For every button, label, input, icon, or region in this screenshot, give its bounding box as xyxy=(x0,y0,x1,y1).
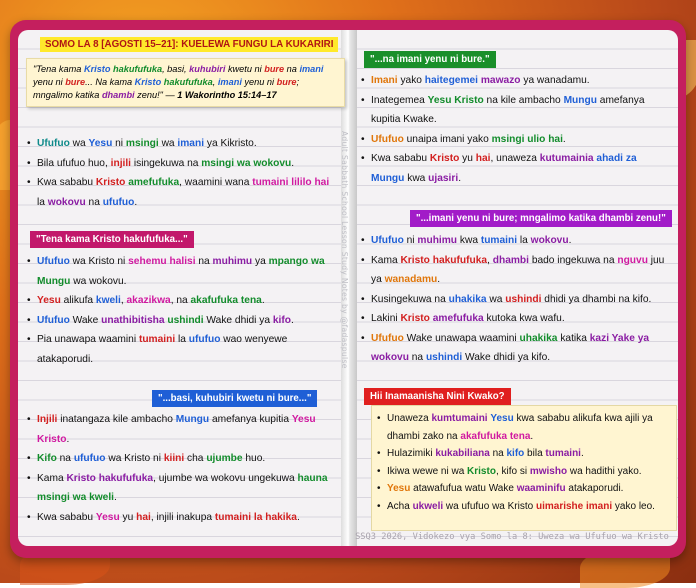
list-item: Kwa sababu Kristo amefufuka, waamini wan… xyxy=(26,173,338,212)
watermark: Adult Sabbath School Lesson Study Notes … xyxy=(340,131,349,369)
list-item: Bila ufufuo huo, injili isingekuwa na ms… xyxy=(26,154,338,174)
list-item: Ufufuo Wake unawapa waamini uhakika kati… xyxy=(360,329,672,368)
list-item: Kwa sababu Yesu yu hai, injili inakupa t… xyxy=(26,508,338,528)
list-item: Yesu alikufa kweli, akazikwa, na akafufu… xyxy=(26,291,338,311)
right-bullets-2: Ufufuo ni muhimu kwa tumaini la wokovu. … xyxy=(360,231,672,368)
list-item: Hulazimiki kukabiliana na kifo bila tuma… xyxy=(376,445,672,463)
section-sticker: "Tena kama Kristo hakufufuka..." xyxy=(30,231,194,248)
section-sticker: "...na imani yenu ni bure." xyxy=(364,51,496,68)
list-item: Ufufuo wa Yesu ni msingi wa imani ya Kik… xyxy=(26,134,338,154)
list-item: Kama Kristo hakufufuka, ujumbe wa wokovu… xyxy=(26,469,338,508)
list-item: Injili inatangaza kile ambacho Mungu ame… xyxy=(26,410,338,449)
right-bullets-3: Unaweza kumtumaini Yesu kwa sababu aliku… xyxy=(376,410,672,516)
list-item: Inategemea Yesu Kristo na kile ambacho M… xyxy=(360,91,672,130)
list-item: Acha ukweli wa ufufuo wa Kristo uimarish… xyxy=(376,498,672,516)
list-item: Lakini Kristo amefufuka kutoka kwa wafu. xyxy=(360,309,672,329)
memory-verse-quote: "Tena kama Kristo hakufufuka, basi, kuhu… xyxy=(26,58,345,107)
list-item: Ufufuo wa Kristo ni sehemu halisi na muh… xyxy=(26,252,338,291)
list-item: Yesu atawafufua watu Wake waaminifu atak… xyxy=(376,480,672,498)
section-sticker: "...basi, kuhubiri kwetu ni bure..." xyxy=(152,390,318,407)
list-item: Ikiwa wewe ni wa Kristo, kifo si mwisho … xyxy=(376,463,672,481)
right-bullets-1: Imani yako haitegemei mawazo ya wanadamu… xyxy=(360,71,672,188)
section-sticker: "...imani yenu ni bure; mngalimo katika … xyxy=(410,210,672,227)
left-bullets-1: Ufufuo wa Yesu ni msingi wa imani ya Kik… xyxy=(26,134,338,212)
left-bullets-3: Injili inatangaza kile ambacho Mungu ame… xyxy=(26,410,338,527)
lesson-header: SOMO LA 8 [AGOSTI 15–21]: KUELEWA FUNGU … xyxy=(40,37,339,52)
list-item: Ufufuo ni muhimu kwa tumaini la wokovu. xyxy=(360,231,672,251)
list-item: Unaweza kumtumaini Yesu kwa sababu aliku… xyxy=(376,410,672,445)
left-bullets-2: Ufufuo wa Kristo ni sehemu halisi na muh… xyxy=(26,252,338,369)
footer-caption: SSQ3 2026, Vidokezo vya Somo la 8: Uweza… xyxy=(355,532,669,542)
list-item: Pia unawapa waamini tumaini la ufufuo wa… xyxy=(26,330,338,369)
list-item: Ufufuo unaipa imani yako msingi ulio hai… xyxy=(360,130,672,150)
section-sticker: Hii Inamaanisha Nini Kwako? xyxy=(364,388,511,405)
list-item: Kusingekuwa na uhakika wa ushindi dhidi … xyxy=(360,290,672,310)
list-item: Kama Kristo hakufufuka, dhambi bado inge… xyxy=(360,251,672,290)
list-item: Imani yako haitegemei mawazo ya wanadamu… xyxy=(360,71,672,91)
list-item: Ufufuo Wake unathibitisha ushindi Wake d… xyxy=(26,311,338,331)
list-item: Kwa sababu Kristo yu hai, unaweza kutuma… xyxy=(360,149,672,188)
list-item: Kifo na ufufuo wa Kristo ni kiini cha uj… xyxy=(26,449,338,469)
